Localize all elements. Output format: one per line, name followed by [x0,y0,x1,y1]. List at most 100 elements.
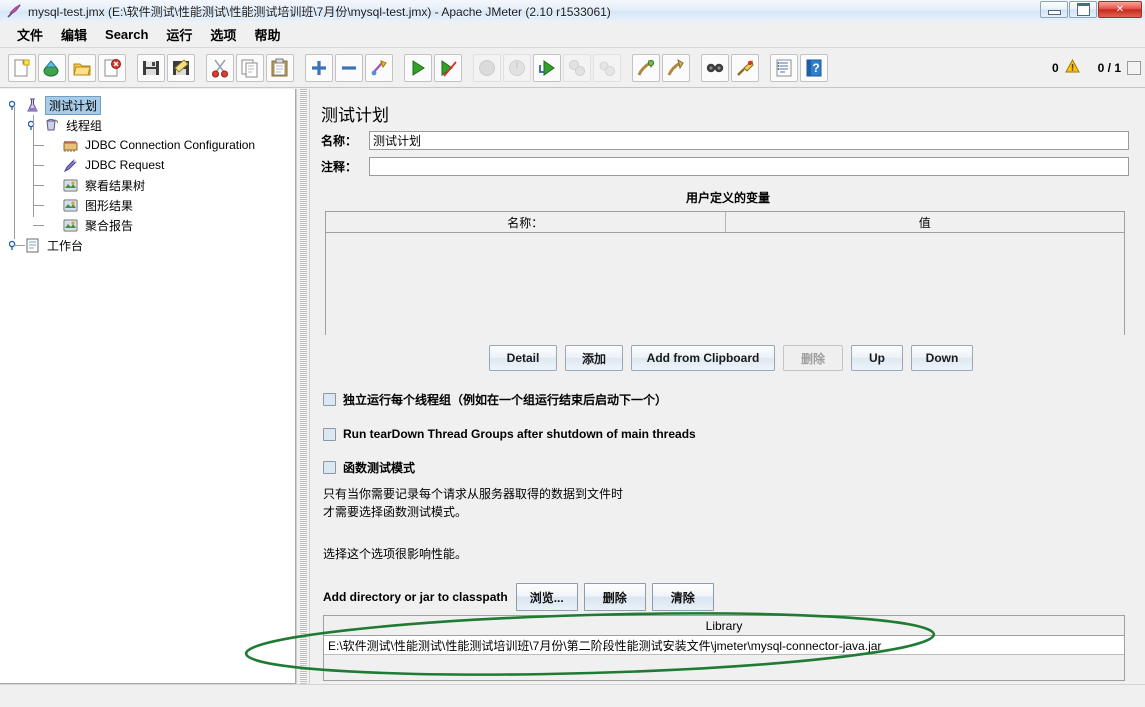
menu-help[interactable]: 帮助 [245,22,289,47]
menu-options[interactable]: 选项 [201,22,245,47]
help-icon[interactable]: ? [800,53,828,82]
tree-node-jdbc-request[interactable]: JDBC Request [0,155,295,175]
tree-connector [33,115,34,217]
user-defined-variables-title: 用户定义的变量 [685,191,770,205]
tree-node-workbench[interactable]: 工作台 [0,235,295,255]
clear-icon[interactable] [632,53,660,82]
tree-connector [33,205,44,206]
tree-node-label: 聚合报告 [85,218,134,233]
checkbox-box[interactable] [323,461,336,474]
collapse-all-icon[interactable] [335,53,363,82]
toolbar-separator [296,54,305,82]
search-reset-icon[interactable] [731,53,759,82]
paste-icon[interactable] [266,53,294,82]
clear-all-icon[interactable] [662,53,690,82]
comment-input[interactable] [369,157,1129,176]
toolbar-separator [692,54,701,82]
checkbox-label: 独立运行每个线程组（例如在一个组运行结束后启动下一个） [343,393,668,407]
templates-icon[interactable] [38,53,66,82]
test-plan-editor-pane: 测试计划 名称： 注释： 用户定义的变量 名称：值 Detail添加Add fr… [311,89,1145,684]
tree-node-label: 工作台 [47,238,84,253]
menu-bar: 文件 编辑 Search 运行 选项 帮助 [0,22,1145,48]
expand-all-icon[interactable] [305,53,333,82]
checkbox-functional-test-mode[interactable]: 函数测试模式 [323,459,415,476]
classpath-delete-button[interactable]: 删除 [583,583,646,611]
tree-node-view-results-tree[interactable]: 察看结果树 [0,175,295,195]
variables-table-body[interactable] [326,233,1124,355]
classpath-row: Add directory or jar to classpath 浏览... 删… [323,583,714,611]
active-thread-count: 0 / 1 [1097,60,1121,75]
window-title: mysql-test.jmx (E:\软件测试\性能测试\性能测试培训班\7月份… [28,4,611,19]
warning-count: 0 [1051,60,1059,75]
close-button[interactable]: ✕ [1098,1,1142,18]
split-divider[interactable] [296,89,310,684]
toggle-icon[interactable] [365,53,393,82]
toolbar-separator [761,54,770,82]
up-button[interactable]: Up [851,345,903,371]
tree-node-aggregate-report[interactable]: 聚合报告 [0,215,295,235]
checkbox-box[interactable] [323,427,336,441]
listener-icon [62,197,79,214]
close-icon[interactable] [98,53,126,82]
checkbox-label: 函数测试模式 [343,461,416,475]
library-table-body[interactable]: E:\软件测试\性能测试\性能测试培训班\7月份\第二阶段性能测试安装文件\jm… [324,636,1124,680]
user-defined-variables-table[interactable]: 名称：值 [325,211,1125,355]
warning-icon[interactable] [1064,58,1080,76]
comment-label: 注释： [321,160,358,174]
add-button[interactable]: 添加 [565,345,623,371]
menu-file[interactable]: 文件 [8,22,52,47]
tree-connector [33,145,44,146]
save-as-icon[interactable] [167,53,195,82]
test-plan-tree-pane[interactable]: 测试计划 线程组 JDBC Connection Configuration JDBC… [0,89,296,684]
checkbox-run-thread-groups-consecutively[interactable]: 独立运行每个线程组（例如在一个组运行结束后启动下一个） [323,391,667,408]
start-icon[interactable] [404,53,432,82]
menu-search[interactable]: Search [96,24,157,45]
search-icon[interactable] [701,53,729,82]
open-icon[interactable] [68,53,96,82]
variables-column-header[interactable]: 名称： [326,212,726,232]
down-button[interactable]: Down [911,345,973,371]
function-helper-icon[interactable] [770,53,798,82]
name-field-row: 名称： [321,131,1131,150]
variables-table-header: 名称：值 [326,212,1124,233]
test-plan-tree[interactable]: 测试计划 线程组 JDBC Connection Configuration JDBC… [0,89,295,255]
library-table[interactable]: Library E:\软件测试\性能测试\性能测试培训班\7月份\第二阶段性能测… [323,615,1125,681]
minimize-button[interactable] [1040,1,1068,18]
page-title: 测试计划 [321,106,389,125]
library-row[interactable]: E:\软件测试\性能测试\性能测试培训班\7月份\第二阶段性能测试安装文件\jm… [324,636,1124,655]
stop-remote-icon [563,53,591,82]
maximize-button[interactable] [1069,1,1097,18]
tree-node-label: 测试计划 [45,95,102,115]
toolbar-separator [464,54,473,82]
library-empty-area[interactable] [324,655,1124,680]
delete-button: 删除 [783,345,843,371]
save-icon[interactable] [137,53,165,82]
start-no-pause-icon[interactable] [434,53,462,82]
title-bar: mysql-test.jmx (E:\软件测试\性能测试\性能测试培训班\7月份… [0,0,1145,23]
browse-button[interactable]: 浏览... [515,583,578,611]
tree-node-graph-results[interactable]: 图形结果 [0,195,295,215]
listener-icon [62,217,79,234]
tree-node-test-plan[interactable]: 测试计划 [0,95,295,115]
window-controls: ✕ [1040,1,1142,18]
name-label: 名称： [321,134,358,148]
cut-icon[interactable] [206,53,234,82]
copy-icon[interactable] [236,53,264,82]
name-input[interactable] [369,131,1129,150]
add-from-clipboard-button[interactable]: Add from Clipboard [631,345,775,371]
toolbar-separator [197,54,206,82]
start-remote-icon[interactable] [533,53,561,82]
detail-button[interactable]: Detail [489,345,557,371]
tree-connector [33,225,44,226]
new-icon[interactable] [8,53,36,82]
tree-node-jdbc-connection-configuration[interactable]: JDBC Connection Configuration [0,135,295,155]
menu-edit[interactable]: 编辑 [52,22,96,47]
variables-column-header[interactable]: 值 [726,212,1125,232]
checkbox-run-teardown[interactable]: Run tearDown Thread Groups after shutdow… [323,427,696,441]
tree-connector [33,185,44,186]
menu-run[interactable]: 运行 [157,22,201,47]
classpath-clear-button[interactable]: 清除 [651,583,714,611]
checkbox-box[interactable] [323,393,336,406]
tree-node-thread-group[interactable]: 线程组 [0,115,295,135]
split-divider-grip[interactable] [300,89,307,684]
